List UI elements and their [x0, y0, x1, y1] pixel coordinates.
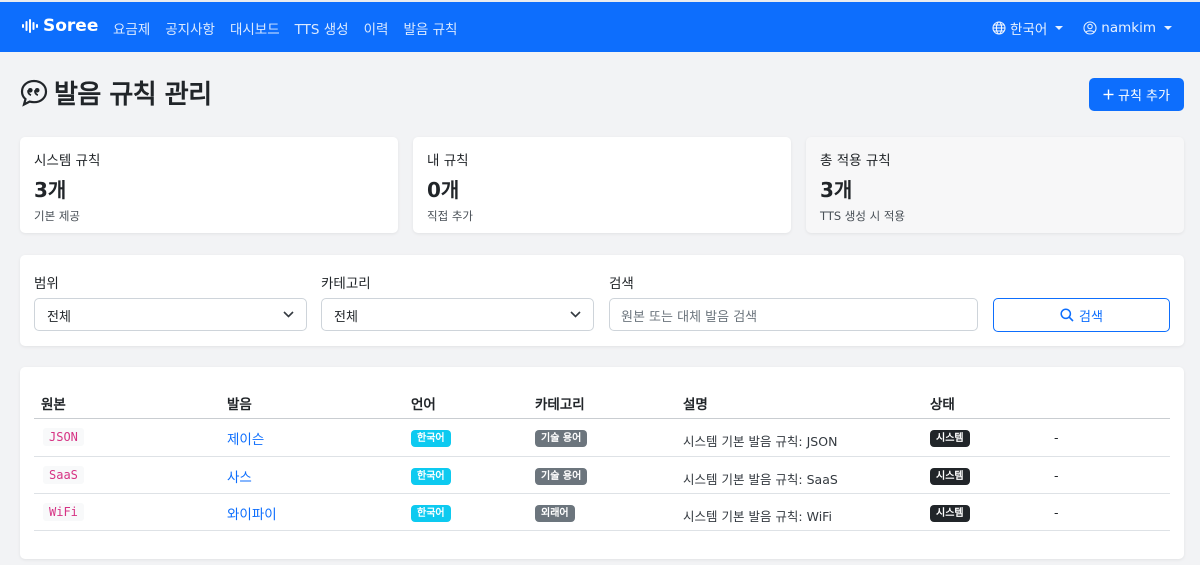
stat-subtext: 기본 제공	[34, 209, 80, 223]
caret-down-icon	[1164, 26, 1172, 30]
brand-name: Soree	[43, 16, 99, 36]
filter-card: 범위 전체 카테고리 전체 검색 원본 또는 대체 발음 검색 검색	[20, 255, 1184, 346]
pronunciation-link[interactable]: 사스	[227, 466, 252, 486]
add-rule-label: 규칙 추가	[1118, 89, 1170, 104]
stat-label: 시스템 규칙	[34, 153, 101, 169]
original-code: WiFi	[43, 503, 84, 521]
rule-description: 시스템 기본 발음 규칙: SaaS	[683, 472, 838, 487]
row-extra: -	[1054, 505, 1059, 520]
nav-link-dashboard[interactable]: 대시보드	[230, 18, 280, 38]
plus-icon	[1103, 89, 1114, 100]
nav-right: 한국어 namkim	[992, 18, 1172, 38]
status-badge: 시스템	[930, 468, 970, 485]
status-badge: 시스템	[930, 430, 970, 447]
category-badge: 기술 용어	[535, 468, 588, 485]
caret-down-icon	[1055, 26, 1064, 30]
brand-logo[interactable]: Soree	[22, 16, 98, 36]
page-header: 발음 규칙 관리	[20, 74, 212, 111]
nav-link-pricing[interactable]: 요금제	[113, 18, 150, 38]
category-badge: 기술 용어	[535, 430, 588, 447]
stat-value: 3개	[34, 178, 67, 202]
language-badge: 한국어	[411, 505, 451, 522]
category-select-value: 전체	[334, 310, 358, 325]
search-icon	[1060, 308, 1074, 322]
stat-value: 3개	[820, 178, 853, 202]
column-header-category: 카테고리	[535, 397, 585, 413]
stat-label: 내 규칙	[427, 153, 469, 169]
rules-table-card: 원본 발음 언어 카테고리 설명 상태 JSON 제이슨 한국어 기술 용어 시…	[20, 367, 1184, 559]
page-title: 발음 규칙 관리	[54, 80, 212, 110]
user-circle-icon	[1083, 21, 1097, 35]
status-badge: 시스템	[930, 505, 970, 522]
table-header-divider	[34, 418, 1170, 419]
rule-description: 시스템 기본 발음 규칙: WiFi	[683, 509, 832, 524]
scope-label: 범위	[34, 276, 59, 292]
pronunciation-link[interactable]: 제이슨	[227, 428, 264, 448]
chevron-down-icon	[283, 311, 294, 318]
stat-card-total-rules: 총 적용 규칙 3개 TTS 생성 시 적용	[806, 137, 1184, 233]
search-label: 검색	[609, 276, 634, 292]
scope-select-value: 전체	[47, 310, 71, 325]
column-header-status: 상태	[930, 397, 955, 413]
original-code: JSON	[43, 428, 84, 446]
row-divider	[34, 493, 1170, 494]
column-header-original: 원본	[41, 397, 66, 413]
rule-description: 시스템 기본 발음 규칙: JSON	[683, 434, 838, 449]
language-label: 한국어	[1010, 22, 1048, 38]
category-badge: 외래어	[535, 505, 575, 522]
stat-value: 0개	[427, 178, 460, 202]
stat-subtext: 직접 추가	[427, 209, 473, 223]
row-extra: -	[1054, 468, 1059, 483]
stat-card-my-rules: 내 규칙 0개 직접 추가	[413, 137, 791, 233]
language-dropdown[interactable]: 한국어	[992, 18, 1064, 38]
chat-quote-icon	[20, 79, 48, 107]
nav-link-tts[interactable]: TTS 생성	[295, 18, 349, 38]
top-navbar: Soree 요금제 공지사항 대시보드 TTS 생성 이력 발음 규칙 한국어	[0, 0, 1200, 52]
user-name: namkim	[1101, 20, 1156, 36]
column-header-pronunciation: 발음	[227, 397, 252, 413]
column-header-description: 설명	[683, 397, 708, 413]
stat-card-system-rules: 시스템 규칙 3개 기본 제공	[20, 137, 398, 233]
globe-icon	[992, 21, 1006, 35]
nav-links: 요금제 공지사항 대시보드 TTS 생성 이력 발음 규칙	[113, 18, 457, 38]
stat-subtext: TTS 생성 시 적용	[820, 209, 906, 223]
chevron-down-icon	[570, 311, 581, 318]
row-extra: -	[1054, 430, 1059, 445]
nav-link-rules[interactable]: 발음 규칙	[403, 18, 457, 38]
column-header-language: 언어	[411, 397, 436, 413]
add-rule-button[interactable]: 규칙 추가	[1089, 78, 1184, 111]
row-divider	[34, 530, 1170, 531]
category-select[interactable]: 전체	[321, 298, 594, 331]
pronunciation-link[interactable]: 와이파이	[227, 503, 277, 523]
scope-select[interactable]: 전체	[34, 298, 307, 331]
waveform-icon	[22, 19, 38, 33]
original-code: SaaS	[43, 466, 84, 484]
stat-label: 총 적용 규칙	[820, 153, 891, 169]
category-label: 카테고리	[321, 276, 371, 292]
language-badge: 한국어	[411, 430, 451, 447]
nav-link-notices[interactable]: 공지사항	[165, 18, 215, 38]
search-input[interactable]: 원본 또는 대체 발음 검색	[609, 298, 978, 331]
nav-link-history[interactable]: 이력	[364, 18, 389, 38]
language-badge: 한국어	[411, 468, 451, 485]
search-button-label: 검색	[1079, 309, 1103, 325]
search-button[interactable]: 검색	[993, 298, 1170, 332]
row-divider	[34, 456, 1170, 457]
user-dropdown[interactable]: namkim	[1083, 20, 1172, 36]
